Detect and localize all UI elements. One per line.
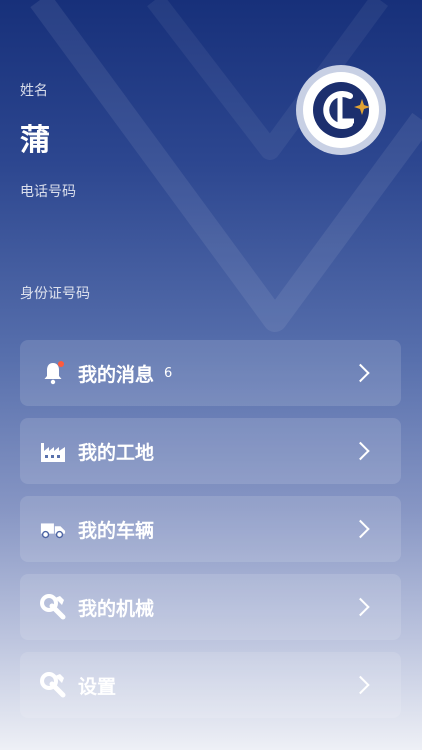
menu-item-messages[interactable]: 我的消息 6 [20,340,401,406]
truck-icon [40,516,66,542]
notification-dot [58,361,64,367]
background-decoration [30,0,422,332]
chevron-right-icon [351,597,370,617]
factory-icon [40,438,66,464]
name-label: 姓名 [20,83,48,99]
chevron-right-icon [351,519,370,539]
wrench-icon [40,594,66,620]
menu-label-machinery: 我的机械 [78,597,155,620]
avatar[interactable] [296,65,386,155]
id-number-label: 身份证号码 [20,286,90,302]
wrench-icon [40,672,66,698]
menu-label-settings: 设置 [78,675,117,698]
chevron-right-icon [351,675,370,695]
menu-item-vehicles[interactable]: 我的车辆 [20,496,401,562]
chevron-right-icon [351,441,370,461]
logo-icon [313,82,370,138]
bell-icon [40,360,66,386]
chevron-right-icon [351,363,370,383]
menu-label-messages: 我的消息 [78,363,155,386]
menu-item-machinery[interactable]: 我的机械 [20,574,401,640]
menu-label-construction-sites: 我的工地 [78,441,155,464]
menu-list: 我的消息 6 我的工地 我的车辆 我的机械 设置 [20,340,401,730]
menu-item-construction-sites[interactable]: 我的工地 [20,418,401,484]
menu-label-vehicles: 我的车辆 [78,519,155,542]
name-value: 蒲 [20,123,50,158]
phone-label: 电话号码 [20,184,76,200]
company-logo [303,72,379,148]
message-count: 6 [164,365,173,381]
menu-item-settings[interactable]: 设置 [20,652,401,718]
